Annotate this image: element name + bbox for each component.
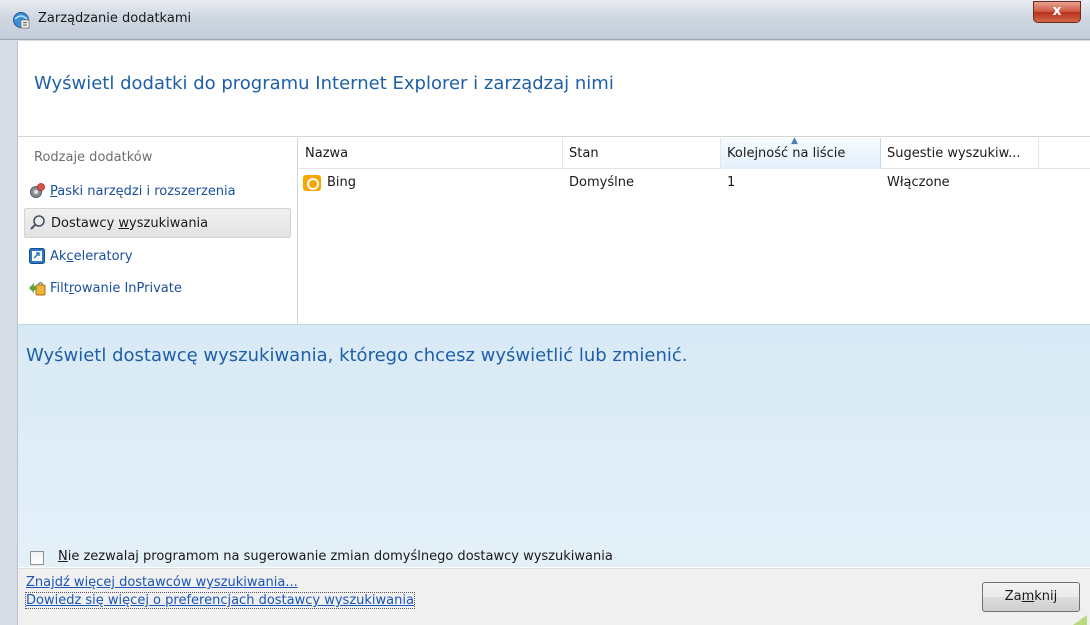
sidebar-item-inprivate-filtering[interactable]: Filtrowanie InPrivate: [24, 273, 291, 303]
sidebar-item-label-rest: aski narzędzi i rozszerzenia: [57, 183, 236, 199]
column-header-suggestions[interactable]: Sugestie wyszukiw...: [881, 138, 1039, 169]
add-ons-window: Wyświetl dodatki do programu Internet Ex…: [17, 41, 1090, 625]
sidebar-heading: Rodzaje dodatków: [34, 150, 153, 165]
header-panel: Wyświetl dodatki do programu Internet Ex…: [18, 41, 1090, 137]
provider-name: Bing: [327, 175, 357, 190]
window-close-button[interactable]: x: [1033, 1, 1081, 23]
cell-suggestions: Włączone: [887, 175, 950, 190]
sidebar-item-label-rest: eleratory: [73, 248, 133, 264]
providers-list: Nazwa Stan ▲ Kolejność na liście Sugesti…: [299, 136, 1090, 324]
column-header-state[interactable]: Stan: [563, 138, 721, 169]
search-icon: [29, 214, 47, 232]
sort-ascending-icon: ▲: [791, 136, 798, 146]
details-panel: Wyświetl dostawcę wyszukiwania, którego …: [18, 324, 1090, 567]
cell-order: 1: [727, 175, 736, 190]
page-title: Wyświetl dodatki do programu Internet Ex…: [34, 73, 614, 94]
access-key: w: [118, 215, 130, 231]
resize-grip-icon[interactable]: [1073, 614, 1087, 625]
close-button[interactable]: Zamknij: [982, 582, 1080, 612]
sidebar-item-toolbars-extensions[interactable]: Paski narzędzi i rozszerzenia: [24, 176, 291, 206]
access-key: c: [66, 248, 74, 264]
column-header-name[interactable]: Nazwa: [299, 138, 563, 169]
table-row[interactable]: Bing Domyślne 1 Włączone: [299, 171, 1090, 195]
inprivate-icon: [28, 279, 46, 297]
addon-types-sidebar: Rodzaje dodatków Paski narzędzi i rozsze…: [18, 138, 298, 324]
details-title: Wyświetl dostawcę wyszukiwania, którego …: [26, 345, 688, 366]
bing-icon: [303, 175, 321, 191]
sidebar-item-label: Ak: [50, 248, 67, 264]
title-bar[interactable]: Zarządzanie dodatkami x: [0, 0, 1090, 40]
sidebar-item-label-rest: owanie InPrivate: [73, 280, 182, 296]
window-title: Zarządzanie dodatkami: [38, 11, 192, 26]
column-header-order-label: Kolejność na liście: [727, 146, 846, 161]
checkbox-label-rest: ie zezwalaj programom na sugerowanie zmi…: [67, 549, 613, 564]
access-key: N: [58, 549, 68, 564]
list-header: Nazwa Stan ▲ Kolejność na liście Sugesti…: [299, 136, 1090, 169]
disallow-suggestions-label[interactable]: Nie zezwalaj programom na sugerowanie zm…: [58, 549, 613, 564]
sidebar-item-accelerators[interactable]: Akceleratory: [24, 241, 291, 271]
close-button-label: Za: [1004, 589, 1022, 604]
footer: Znajdź więcej dostawców wyszukiwania... …: [18, 568, 1090, 625]
find-more-providers-link[interactable]: Znajdź więcej dostawców wyszukiwania...: [26, 575, 298, 590]
disallow-suggestions-checkbox[interactable]: [30, 551, 44, 565]
sidebar-item-label: Dostawcy: [51, 215, 119, 231]
sidebar-item-label-rest: yszukiwania: [129, 215, 209, 231]
cell-name: Bing: [299, 171, 563, 195]
addons-app-icon: [12, 11, 30, 29]
sidebar-item-label: Filt: [50, 280, 69, 296]
column-header-order[interactable]: ▲ Kolejność na liście: [721, 136, 881, 169]
sidebar-item-search-providers[interactable]: Dostawcy wyszukiwania: [24, 208, 291, 238]
access-key: m: [1021, 589, 1035, 604]
gear-icon: [28, 182, 46, 200]
cell-state: Domyślne: [569, 175, 634, 190]
close-icon: x: [1052, 3, 1062, 19]
accelerator-icon: [28, 247, 46, 265]
learn-more-link[interactable]: Dowiedz się więcej o preferencjach dosta…: [25, 592, 415, 609]
close-button-label-rest: knij: [1034, 589, 1058, 604]
